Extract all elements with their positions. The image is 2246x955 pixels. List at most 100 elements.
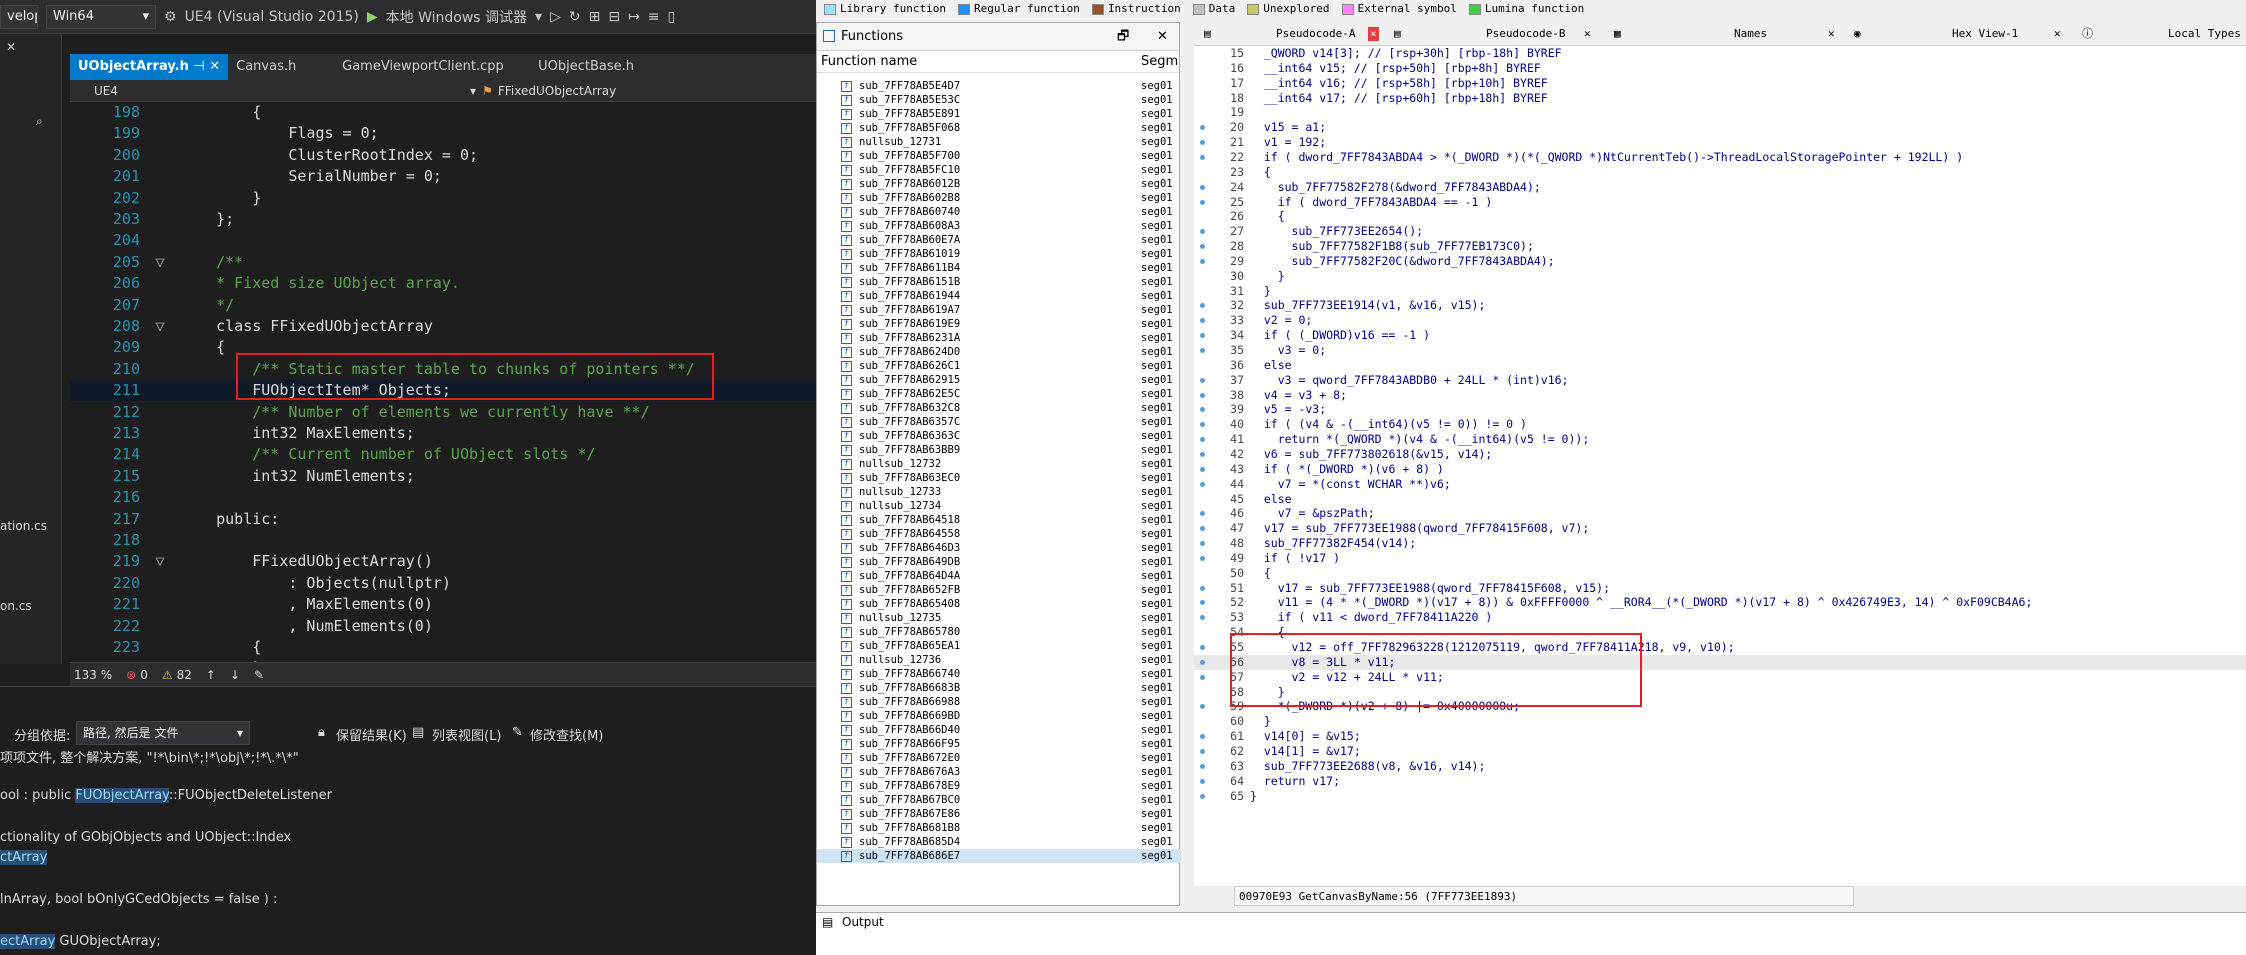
pseudocode-line[interactable]: 51 v17 = sub_7FF773EE1988(qword_7FF78415…	[1194, 581, 2246, 596]
code-line[interactable]: 206 * Fixed size UObject array.	[70, 273, 816, 294]
pseudocode-line[interactable]: 35 v3 = 0;	[1194, 343, 2246, 358]
find-result-row[interactable]: ctionality of GObjObjects and UObject::I…	[0, 830, 291, 845]
pseudocode-line[interactable]: 49 if ( !v17 )	[1194, 551, 2246, 566]
find-result-row[interactable]: ctArray	[0, 850, 48, 865]
code-line[interactable]: 220 : Objects(nullptr)	[70, 573, 816, 594]
function-row[interactable]: f sub_7FF78AB619A7 seg01	[817, 303, 1181, 317]
pseudocode-line[interactable]: 37 v3 = qword_7FF7843ABDB0 + 24LL * (int…	[1194, 373, 2246, 388]
code-line[interactable]: 222 , NumElements(0)	[70, 616, 816, 637]
function-row[interactable]: f sub_7FF78AB685D4 seg01	[817, 835, 1181, 849]
pseudocode-line[interactable]: 62 v14[1] = &v17;	[1194, 744, 2246, 759]
function-row[interactable]: f nullsub_12731 seg01	[817, 135, 1181, 149]
fold-chevron-icon[interactable]	[140, 594, 180, 615]
nav-project[interactable]: UE4	[94, 80, 118, 102]
function-row[interactable]: f sub_7FF78AB608A3 seg01	[817, 219, 1181, 233]
fold-chevron-icon[interactable]	[140, 487, 180, 508]
close-icon[interactable]: ✕	[1157, 23, 1168, 51]
pseudocode-line[interactable]: 15 _QWORD v14[3]; // [rsp+30h] [rbp-18h]…	[1194, 46, 2246, 61]
find-result-row[interactable]: ool : public FUObjectArray::FUObjectDele…	[0, 788, 332, 803]
pseudocode-line[interactable]: 39 v5 = -v3;	[1194, 402, 2246, 417]
pseudocode-line[interactable]: 43 if ( *(_DWORD *)(v6 + 8) )	[1194, 462, 2246, 477]
close-icon[interactable]: ✕	[1828, 22, 1835, 46]
pseudocode-line[interactable]: 63 sub_7FF773EE2688(v8, &v16, v14);	[1194, 759, 2246, 774]
code-line[interactable]: 223 {	[70, 637, 816, 658]
function-row[interactable]: f sub_7FF78AB61944 seg01	[817, 289, 1181, 303]
function-row[interactable]: f sub_7FF78AB66D40 seg01	[817, 723, 1181, 737]
fold-chevron-icon[interactable]	[140, 188, 180, 209]
fold-chevron-icon[interactable]	[140, 337, 180, 358]
code-line[interactable]: 201 SerialNumber = 0;	[70, 166, 816, 187]
pseudocode-line[interactable]: 31 }	[1194, 284, 2246, 299]
function-row[interactable]: f nullsub_12733 seg01	[817, 485, 1181, 499]
pseudocode-line[interactable]: 52 v11 = (4 * *(_DWORD *)(v17 + 8)) & 0x…	[1194, 595, 2246, 610]
function-row[interactable]: f sub_7FF78AB6151B seg01	[817, 275, 1181, 289]
search-icon[interactable]: ⌕	[36, 114, 43, 129]
fold-chevron-icon[interactable]	[140, 359, 180, 380]
keep-results-toggle[interactable]: 保留结果(K)	[336, 725, 407, 744]
code-line[interactable]: 204	[70, 230, 816, 251]
fold-chevron-icon[interactable]: ▽	[140, 316, 180, 337]
function-row[interactable]: f sub_7FF78AB6363C seg01	[817, 429, 1181, 443]
function-row[interactable]: f sub_7FF78AB66F95 seg01	[817, 737, 1181, 751]
column-segment[interactable]: Segm	[1141, 51, 1178, 73]
debugger-button[interactable]: 本地 Windows 调试器	[386, 7, 527, 27]
error-count[interactable]: 0	[140, 663, 148, 686]
function-row[interactable]: f sub_7FF78AB5E4D7 seg01	[817, 79, 1181, 93]
tab-gameviewportclient[interactable]: GameViewportClient.cpp	[334, 54, 530, 80]
sidebar-file[interactable]: on.cs	[0, 599, 32, 613]
pseudocode-line[interactable]: 42 v6 = sub_7FF773802618(&v15, v14);	[1194, 447, 2246, 462]
pseudocode-line[interactable]: 48 sub_7FF77382F454(v14);	[1194, 536, 2246, 551]
chevron-down-icon[interactable]: ▾	[470, 80, 476, 102]
fold-chevron-icon[interactable]	[140, 423, 180, 444]
pin-icon[interactable]: ✕	[6, 40, 16, 54]
function-row[interactable]: f sub_7FF78AB66988 seg01	[817, 695, 1181, 709]
pseudocode-line[interactable]: 25 if ( dword_7FF7843ABDA4 == -1 )	[1194, 195, 2246, 210]
project-selector[interactable]: UE4 (Visual Studio 2015)	[185, 9, 359, 25]
function-row[interactable]: f sub_7FF78AB669BD seg01	[817, 709, 1181, 723]
function-row[interactable]: f sub_7FF78AB65408 seg01	[817, 597, 1181, 611]
function-row[interactable]: f nullsub_12736 seg01	[817, 653, 1181, 667]
function-row[interactable]: f sub_7FF78AB6357C seg01	[817, 415, 1181, 429]
pseudocode-line[interactable]: 40 if ( (v4 & -(__int64)(v5 != 0)) != 0 …	[1194, 417, 2246, 432]
pseudocode-line[interactable]: 64 return v17;	[1194, 774, 2246, 789]
pseudocode-line[interactable]: 32 sub_7FF773EE1914(v1, &v16, v15);	[1194, 298, 2246, 313]
pseudocode-line[interactable]: 46 v7 = &pszPath;	[1194, 506, 2246, 521]
config-dropdown[interactable]: velop ·	[0, 4, 38, 29]
code-line[interactable]: 217 public:	[70, 509, 816, 530]
function-row[interactable]: f sub_7FF78AB678E9 seg01	[817, 779, 1181, 793]
play-outline-icon[interactable]: ▷	[550, 9, 561, 25]
down-arrow-icon[interactable]: ↓	[230, 663, 240, 686]
pseudocode-line[interactable]: 21 v1 = 192;	[1194, 135, 2246, 150]
tab-local-types[interactable]: Local Types	[2168, 22, 2241, 46]
pseudocode-line[interactable]: 41 return *(_QWORD *)(v4 & -(__int64)(v5…	[1194, 432, 2246, 447]
up-arrow-icon[interactable]: ↑	[206, 663, 216, 686]
code-line[interactable]: 208 ▽ class FFixedUObjectArray	[70, 316, 816, 337]
code-line[interactable]: 221 , MaxElements(0)	[70, 594, 816, 615]
pseudocode-line[interactable]: 16 __int64 v15; // [rsp+50h] [rbp+8h] BY…	[1194, 61, 2246, 76]
function-row[interactable]: f nullsub_12734 seg01	[817, 499, 1181, 513]
function-row[interactable]: f sub_7FF78AB5FC10 seg01	[817, 163, 1181, 177]
tab-uobjectbase[interactable]: UObjectBase.h	[530, 54, 642, 80]
nav-scope[interactable]: FFixedUObjectArray	[498, 80, 616, 102]
fold-chevron-icon[interactable]	[140, 573, 180, 594]
pseudocode-line[interactable]: 29 sub_7FF77582F20C(&dword_7FF7843ABDA4)…	[1194, 254, 2246, 269]
function-row[interactable]: f sub_7FF78AB6012B seg01	[817, 177, 1181, 191]
function-row[interactable]: f sub_7FF78AB5E891 seg01	[817, 107, 1181, 121]
function-row[interactable]: f sub_7FF78AB65EA1 seg01	[817, 639, 1181, 653]
tab-canvas[interactable]: Canvas.h	[228, 54, 334, 80]
restore-icon[interactable]: 🗗︎	[1117, 23, 1129, 51]
function-row[interactable]: f sub_7FF78AB62915 seg01	[817, 373, 1181, 387]
fold-chevron-icon[interactable]: ▽	[140, 252, 180, 273]
find-result-row[interactable]: lnArray, bool bOnlyGCedObjects = false )…	[0, 892, 277, 907]
code-line[interactable]: 202 }	[70, 188, 816, 209]
function-row[interactable]: f sub_7FF78AB66740 seg01	[817, 667, 1181, 681]
fold-chevron-icon[interactable]	[140, 444, 180, 465]
fold-chevron-icon[interactable]	[140, 273, 180, 294]
toolbar-icon[interactable]: ≡	[648, 9, 660, 25]
list-view-button[interactable]: 列表视图(L)	[432, 725, 501, 744]
fold-chevron-icon[interactable]	[140, 509, 180, 530]
sidebar-file[interactable]: ation.cs	[0, 519, 47, 533]
pseudocode-line[interactable]: 22 if ( dword_7FF7843ABDA4 > *(_DWORD *)…	[1194, 150, 2246, 165]
toolbar-icon[interactable]: ↦	[628, 9, 640, 25]
fold-chevron-icon[interactable]	[140, 145, 180, 166]
